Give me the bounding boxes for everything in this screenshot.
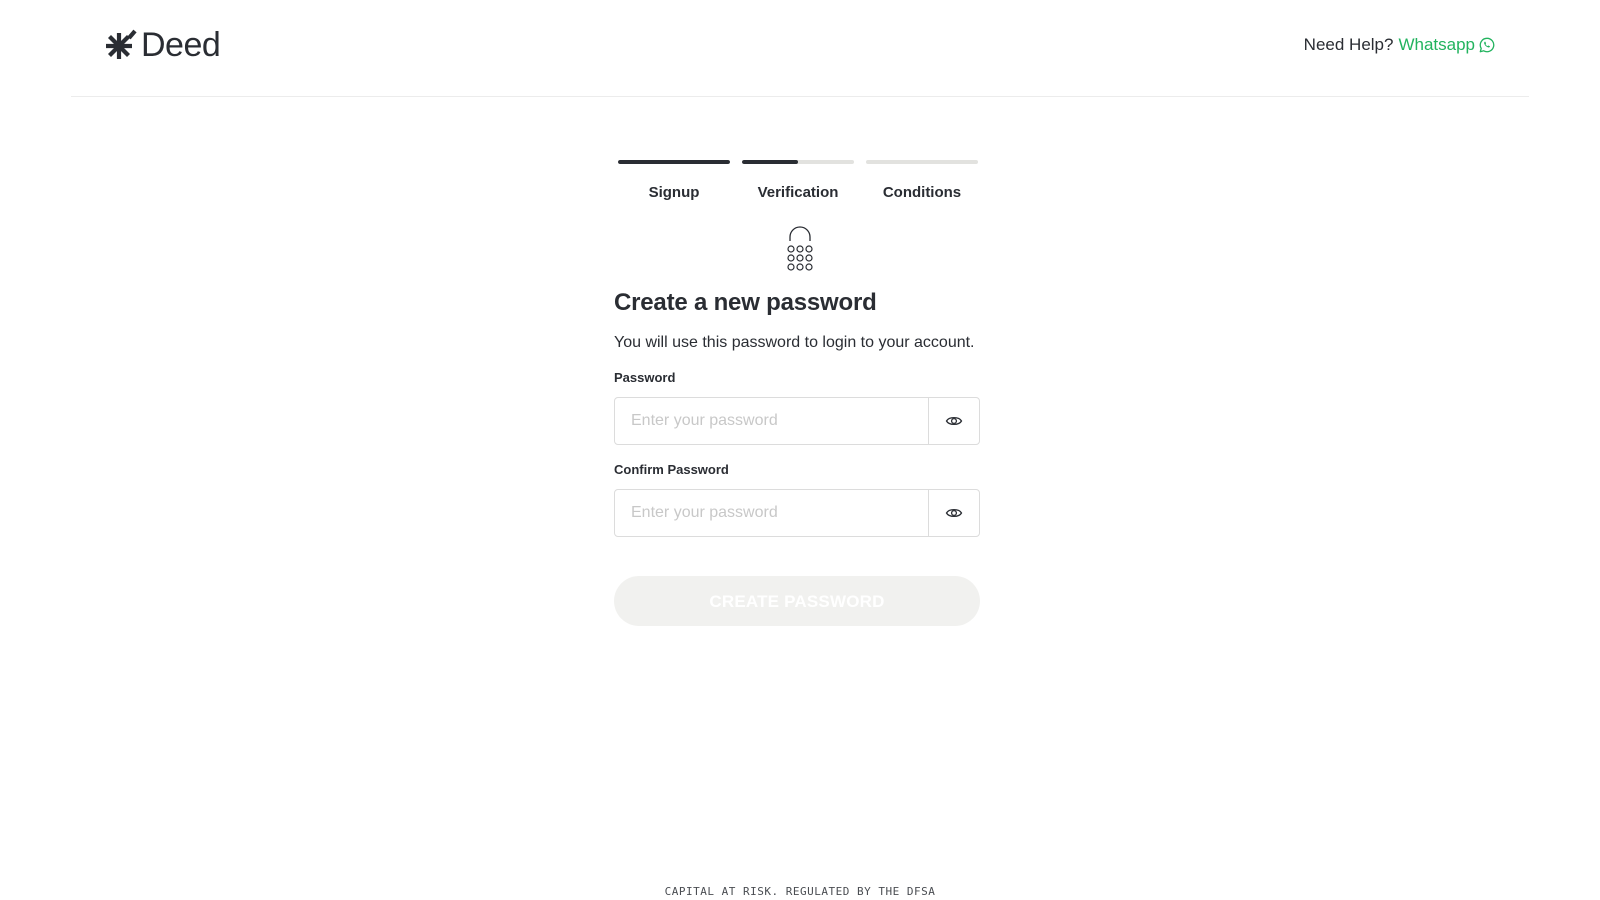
logo[interactable]: Deed [103,26,221,64]
step-bar-fill [742,160,798,164]
password-label: Password [614,370,676,385]
whatsapp-icon [1479,37,1495,53]
eye-icon [945,416,963,426]
step-bar [618,160,730,164]
step-signup: Signup [618,160,730,201]
header: Deed Need Help? Whatsapp [71,0,1529,97]
show-confirm-password-button[interactable] [928,490,979,536]
step-label: Conditions [882,184,962,201]
step-bar [866,160,978,164]
password-input[interactable] [615,398,928,444]
step-conditions: Conditions [866,160,978,201]
page-title: Create a new password [614,289,877,316]
asterisk-logo-icon [106,29,137,59]
step-label: Signup [648,184,700,201]
page: Deed Need Help? Whatsapp Signup Verifica… [0,0,1600,900]
footer-disclaimer: CAPITAL AT RISK. REGULATED BY THE DFSA [664,885,936,898]
create-password-button[interactable]: CREATE PASSWORD [614,576,980,626]
eye-icon [945,508,963,518]
step-label: Verification [757,184,839,201]
whatsapp-link-label: Whatsapp [1398,35,1475,54]
show-password-button[interactable] [928,398,979,444]
padlock-keypad-icon [787,226,813,271]
password-form: Create a new password You will use this … [614,285,984,537]
password-field [614,397,980,445]
help-text: Need Help? [1303,35,1394,54]
whatsapp-link[interactable]: Whatsapp [1398,35,1495,55]
progress-stepper: Signup Verification Conditions [618,160,980,210]
page-subtitle: You will use this password to login to y… [614,334,975,351]
step-bar-fill [618,160,730,164]
logo-text: Deed [141,26,221,64]
confirm-password-input[interactable] [615,490,928,536]
confirm-password-label: Confirm Password [614,462,729,477]
step-bar [742,160,854,164]
confirm-password-field [614,489,980,537]
help-area: Need Help? Whatsapp [1304,35,1495,55]
step-verification: Verification [742,160,854,201]
